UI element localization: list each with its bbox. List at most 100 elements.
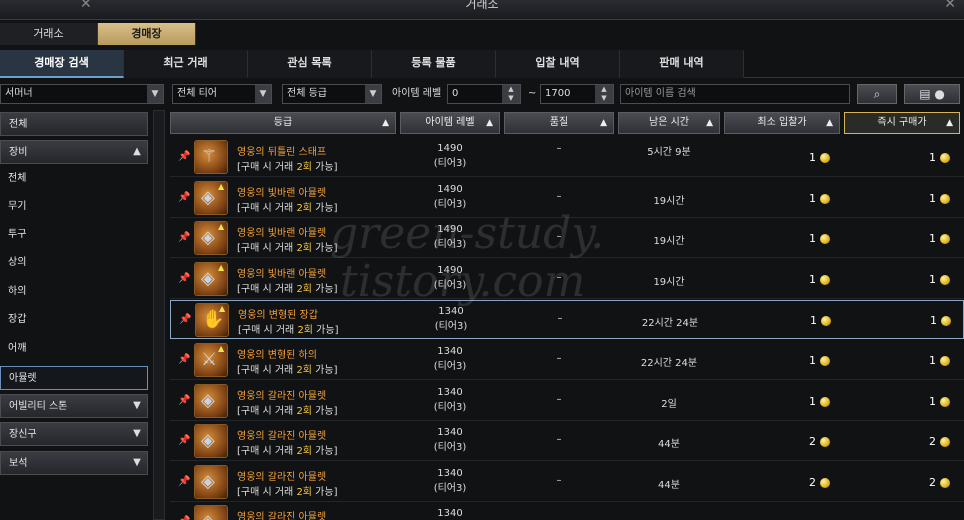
pin-icon[interactable]: 📌 <box>178 435 190 446</box>
remaining-time: 22시간 24분 <box>640 358 698 369</box>
table-row[interactable]: 📌 ◈ 영웅의 갈라진 아뮬렛 [구매 시 거래 2회 가능] 1340 (티어3) –44… <box>170 463 964 502</box>
level-min-input[interactable]: 0 ▲ ▼ <box>447 84 521 104</box>
table-row[interactable]: 📌 ◈ ▲ 영웅의 빛바랜 아뮬렛 [구매 시 거래 2회 가능] 1490 (티어3) –1… <box>170 260 964 299</box>
header-quality[interactable]: 품질 ▲ <box>504 112 614 134</box>
gold-coin-icon <box>940 153 950 163</box>
table-row[interactable]: 📌 ◈ 영웅의 갈라진 아뮬렛 [구매 시 거래 2회 가능] 1340 (티어3) –44… <box>170 422 964 462</box>
item-icon: ✋ ▲ <box>195 303 229 338</box>
pin-icon[interactable]: 📌 <box>178 192 190 203</box>
search-button[interactable]: ⌕ <box>857 84 897 104</box>
gold-coin-icon <box>821 316 831 327</box>
subtab-registered[interactable]: 등록 물품 <box>372 50 496 78</box>
subtab-watchlist[interactable]: 관심 목록 <box>248 50 372 78</box>
pin-icon[interactable]: 📌 <box>179 314 191 325</box>
item-tier: (티어3) <box>434 321 468 333</box>
stepper-icon[interactable]: ▲ ▼ <box>595 85 613 103</box>
pin-icon[interactable]: 📌 <box>178 516 190 520</box>
sidebar-item-0[interactable]: 전체 <box>0 112 148 136</box>
item-tier: (티어3) <box>433 158 467 169</box>
upgrade-arrow-icon: ▲ <box>218 222 225 232</box>
min-bid-cell: 1 <box>770 192 830 205</box>
pin-icon[interactable]: 📌 <box>178 395 190 406</box>
sort-asc-icon: ▲ <box>600 118 607 128</box>
pin-icon[interactable]: 📌 <box>178 273 190 284</box>
remaining-time: 19시간 <box>653 195 685 207</box>
trade-limit-count: 2회 <box>296 405 312 417</box>
header-remaining-time[interactable]: 남은 시간 ▲ <box>618 112 720 134</box>
item-level-cell: 1340 (티어3) <box>400 387 500 413</box>
buyout-cell: 1 <box>890 192 950 205</box>
buyout-value: 1 <box>929 191 936 205</box>
sidebar-item-3[interactable]: 무기 <box>0 195 148 219</box>
min-bid-cell: 1 <box>770 354 830 367</box>
sidebar-item-2[interactable]: 전체 <box>0 167 148 191</box>
sidebar-item-1[interactable]: 장비 ▲ <box>0 140 148 164</box>
trade-limit-count: 2회 <box>296 365 312 376</box>
sidebar-item-6[interactable]: 하의 <box>0 280 148 304</box>
header-min-bid[interactable]: 최소 입찰가 ▲ <box>724 112 840 134</box>
sidebar-item-8[interactable]: 어깨 <box>0 337 148 361</box>
tab-auction[interactable]: 경매장 <box>98 23 196 45</box>
buyout-value: 2 <box>929 475 936 489</box>
close-icon[interactable]: ✕ <box>944 0 956 12</box>
gold-coin-icon <box>940 234 950 245</box>
item-icon: ◈ ▲ <box>194 180 228 215</box>
item-level-value: 1340 <box>437 467 463 479</box>
min-bid-cell: 2 <box>770 435 830 448</box>
sidebar-item-12[interactable]: 보석 ▼ <box>0 451 148 475</box>
pin-icon[interactable]: 📌 <box>178 151 190 162</box>
sidebar-scrollbar[interactable] <box>153 110 165 520</box>
table-row[interactable]: 📌 ◈ 영웅의 갈라진 아뮬렛 1340 <box>170 503 964 520</box>
subtab-sales-history[interactable]: 판매 내역 <box>620 50 744 78</box>
sidebar-item-label: 상의 <box>8 257 27 268</box>
buyout-value: 1 <box>929 272 936 286</box>
tier-select[interactable]: 전체 티어 ▼ <box>172 84 272 104</box>
grade-select[interactable]: 전체 등급 ▼ <box>282 84 382 104</box>
trade-limit-count: 2회 <box>297 325 313 337</box>
gold-coin-icon <box>820 153 830 163</box>
trade-limit-suffix: 가능] <box>312 365 338 376</box>
level-max-input[interactable]: 1700 ▲ ▼ <box>540 84 614 104</box>
header-buyout[interactable]: 즉시 구매가 ▲ <box>844 112 960 134</box>
pin-icon[interactable]: 📌 <box>178 354 190 365</box>
table-row[interactable]: 📌 ⚔ ▲ 영웅의 변형된 하의 [구매 시 거래 2회 가능] 1340 (티어3) –22… <box>170 341 964 380</box>
sidebar-item-4[interactable]: 투구 <box>0 223 148 247</box>
item-level-value: 1340 <box>437 508 463 520</box>
header-item-level[interactable]: 아이템 레벨 ▲ <box>400 112 500 134</box>
item-name-search-input[interactable]: 아이템 이름 검색 <box>620 84 850 104</box>
stepper-icon[interactable]: ▲ ▼ <box>502 85 520 103</box>
item-level-value: 1340 <box>438 306 464 318</box>
item-level-cell: 1340 (티어3) <box>400 468 500 494</box>
subtab-auction-search[interactable]: 경매장 검색 <box>0 50 124 78</box>
table-row[interactable]: 📌 ◈ ▲ 영웅의 빛바랜 아뮬렛 [구매 시 거래 2회 가능] 1490 (티어3) –1… <box>170 219 964 259</box>
item-level-cell: 1490 (티어3) <box>400 265 500 291</box>
remaining-time: 2일 <box>661 398 677 410</box>
pin-icon[interactable]: 📌 <box>178 476 190 487</box>
sort-asc-icon: ▲ <box>826 118 833 128</box>
upgrade-arrow-icon: ▲ <box>218 262 225 272</box>
table-row[interactable]: 📌 ◈ 영웅의 갈라진 아뮬렛 [구매 시 거래 2회 가능] 1340 (티어3) –2일… <box>170 382 964 421</box>
table-row[interactable]: 📌 ✋ ▲ 영웅의 변형된 장갑 [구매 시 거래 2회 가능] 1340 (티어3) –22… <box>170 300 964 340</box>
tab-exchange[interactable]: 거래소 <box>0 23 98 45</box>
table-row[interactable]: 📌 ⚚ 영웅의 뒤틀린 스태프 [구매 시 거래 2회 가능] 1490 (티어3) –5시… <box>170 138 964 177</box>
sidebar-item-5[interactable]: 상의 <box>0 251 148 275</box>
subtab-bid-history[interactable]: 입찰 내역 <box>496 50 620 78</box>
sidebar-item-11[interactable]: 장신구 ▼ <box>0 422 148 446</box>
min-bid-value: 1 <box>809 191 816 205</box>
pin-icon[interactable]: 📌 <box>178 232 190 243</box>
table-row[interactable]: 📌 ◈ ▲ 영웅의 빛바랜 아뮬렛 [구매 시 거래 2회 가능] 1490 (티어3) –1… <box>170 179 964 218</box>
detail-search-button[interactable]: ▤ ● <box>904 84 960 104</box>
item-icon: ◈ ▲ <box>194 261 228 296</box>
remaining-time: 22시간 24분 <box>641 318 699 330</box>
subtab-recent-trades[interactable]: 최근 거래 <box>124 50 248 78</box>
quality-cell: – <box>556 434 562 446</box>
sidebar-item-9[interactable]: 아뮬렛 <box>0 366 148 390</box>
min-bid-cell: 1 <box>770 232 830 245</box>
sidebar-item-7[interactable]: 장갑 <box>0 308 148 332</box>
buyout-cell: 2 <box>890 476 950 489</box>
item-tier: (티어3) <box>433 239 467 251</box>
min-bid-value: 1 <box>809 272 816 286</box>
class-select[interactable]: 서머너 ▼ <box>0 84 164 104</box>
sidebar-item-10[interactable]: 어빌리티 스톤 ▼ <box>0 394 148 418</box>
header-grade[interactable]: 등급 ▲ <box>170 112 396 134</box>
